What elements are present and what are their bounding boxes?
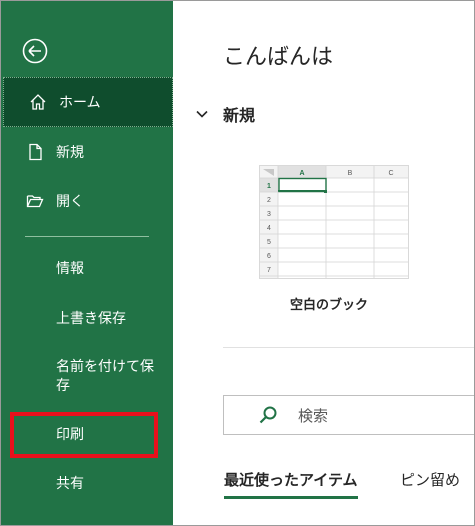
sidebar-item-open[interactable]: 開く	[1, 181, 173, 221]
row-header: 5	[267, 239, 271, 246]
folder-open-icon	[26, 192, 44, 210]
blank-workbook-thumbnail: A B C 1 2 3 4 5 6 7	[260, 166, 408, 278]
print-highlight-box	[10, 412, 158, 458]
search-placeholder: 検索	[298, 406, 329, 425]
new-section-header[interactable]: 新規	[195, 102, 255, 126]
sidebar-item-save[interactable]: 上書き保存	[56, 310, 126, 329]
row-header: 6	[267, 253, 271, 260]
tab-pinned[interactable]: ピン留め	[400, 469, 460, 490]
col-header: C	[388, 170, 393, 177]
template-label: 空白のブック	[290, 298, 369, 313]
home-icon	[29, 93, 47, 111]
sidebar-item-info[interactable]: 情報	[56, 260, 84, 279]
blank-workbook-template[interactable]: A B C 1 2 3 4 5 6 7	[259, 165, 409, 279]
col-header: A	[299, 170, 304, 177]
sidebar-item-share[interactable]: 共有	[56, 475, 84, 494]
row-header: 3	[267, 211, 271, 218]
sidebar-item-label: 開く	[56, 194, 84, 210]
sidebar-item-label: 新規	[56, 145, 84, 161]
section-divider	[223, 347, 474, 348]
backstage-sidebar: ホーム 新規 開く 情報 上書き保存 名前を付けて保 存 印刷 共有	[1, 1, 173, 525]
search-box[interactable]: 検索	[223, 395, 474, 435]
row-header: 1	[267, 183, 271, 190]
row-header: 2	[267, 197, 271, 204]
section-label: 新規	[223, 106, 256, 125]
sidebar-item-new[interactable]: 新規	[1, 132, 173, 172]
search-icon	[259, 406, 277, 424]
page-title: こんばんは	[223, 45, 334, 70]
row-header: 7	[267, 267, 271, 274]
sidebar-item-label: ホーム	[59, 95, 101, 111]
sidebar-divider	[25, 236, 149, 237]
new-document-icon	[26, 143, 44, 161]
backstage-main: こんばんは 新規 A B C 1 2 3 4 5 6 7 空白のブック 検索 最…	[173, 1, 474, 525]
back-arrow-circle-icon[interactable]	[22, 38, 48, 64]
col-header: B	[348, 170, 353, 177]
sidebar-item-home[interactable]: ホーム	[3, 77, 173, 127]
excel-backstage-window: ホーム 新規 開く 情報 上書き保存 名前を付けて保 存 印刷 共有 こんばんは…	[0, 0, 475, 526]
sidebar-item-save-as[interactable]: 名前を付けて保 存	[56, 358, 166, 396]
chevron-down-icon	[196, 110, 208, 118]
tab-recent[interactable]: 最近使ったアイテム	[224, 469, 358, 499]
row-header: 4	[267, 225, 271, 232]
